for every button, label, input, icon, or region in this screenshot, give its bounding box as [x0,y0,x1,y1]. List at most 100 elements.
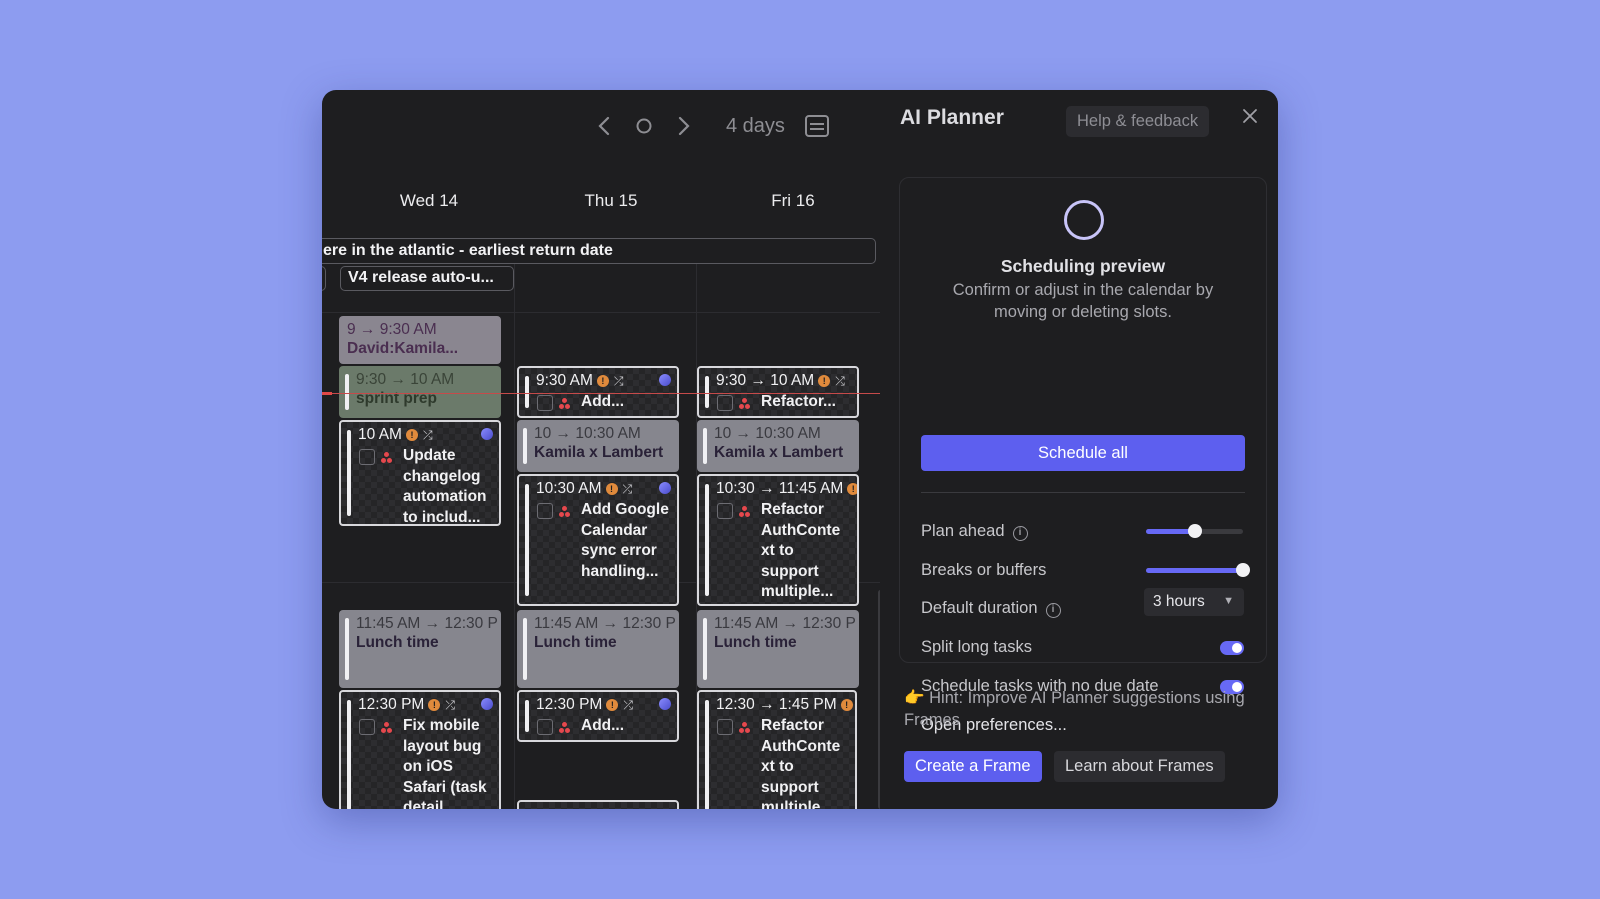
priority-icon [739,722,751,734]
task-slot[interactable]: 12:30 PM! ⤮ Fix mobile layout bug on iOS … [339,690,501,809]
learn-frames-button[interactable]: Learn about Frames [1054,751,1225,782]
task-checkbox[interactable] [537,719,553,735]
info-icon[interactable]: i [1012,526,1028,541]
event-time: 11:45 AM → 12:30 P [534,615,676,632]
event-block[interactable]: 10 → 10:30 AM Kamila x Lambert [517,420,679,472]
warning-icon: ! [428,699,441,711]
event-title: Lunch time [356,634,439,651]
day-header-fri: Fri 16 [771,191,815,210]
shuffle-icon: ⤮ [835,374,845,388]
task-slot[interactable]: 12:30 PM! ⤮ Add... [517,690,679,742]
breaks-label: Breaks or buffers [921,561,1047,579]
task-slot[interactable]: 10:30 AM! ⤮ Add Google Calendar sync erro… [517,474,679,606]
task-slot[interactable]: 9:30 → 10 AM! ⤮ Refactor... [697,366,859,418]
warning-icon: ! [606,699,619,711]
task-title: Add... [581,717,625,734]
ai-icon [659,374,671,386]
priority-icon [739,398,751,410]
event-bar [703,618,707,680]
event-time: 11:45 AM → 12:30 P [714,615,856,632]
all-day-event[interactable]: ere in the atlantic - earliest return da… [322,238,876,264]
split-long-label: Split long tasks [921,638,1032,656]
event-time: 10 → 10:30 AM [714,425,821,442]
info-icon[interactable]: i [1045,603,1061,618]
event-block[interactable]: 11:45 AM → 12:30 P Lunch time [697,610,859,688]
event-block[interactable]: 9 → 9:30 AM David:Kamila... [339,316,501,364]
time-text: 9:30 AM [536,372,593,389]
task-title: Add Google Calendar sync error handling.… [581,501,669,580]
today-icon[interactable] [624,108,664,144]
schedule-all-button[interactable]: Schedule all [921,435,1245,471]
chevron-down-icon: ▼ [1223,595,1234,607]
warning-icon: ! [605,483,618,495]
task-slot-cut[interactable] [517,800,679,809]
default-duration-label: Default duration [921,599,1038,617]
range-label[interactable]: 4 days [726,115,785,138]
split-long-toggle[interactable] [1220,641,1244,655]
warning-icon: ! [596,375,609,387]
hour-line [322,312,880,313]
task-checkbox[interactable] [537,395,553,411]
event-time: 12:30 → 1:45 PM! [716,696,853,714]
duration-select[interactable]: 3 hours ▼ [1144,588,1244,616]
task-checkbox[interactable] [717,719,733,735]
ai-icon [659,482,671,494]
event-time: 10:30 AM! ⤮ [536,480,632,498]
breaks-slider[interactable] [1146,563,1250,577]
task-checkbox[interactable] [717,395,733,411]
task-checkbox[interactable] [717,503,733,519]
all-day-event-cut[interactable] [322,266,326,291]
warning-icon: ! [818,375,831,387]
day-header-wed: Wed 14 [399,191,459,210]
event-title: David:Kamila... [347,340,459,357]
priority-icon [739,506,751,518]
task-slot[interactable]: 10:30 → 11:45 AM! Refactor AuthConte xt … [697,474,859,606]
task-slot[interactable]: 9:30 AM! ⤮ Add... [517,366,679,418]
day-header-thu: Thu 15 [584,191,638,210]
event-block[interactable]: 11:45 AM → 12:30 P Lunch time [339,610,501,688]
slider-handle[interactable] [1187,524,1202,538]
plan-ahead-label: Plan ahead [921,522,1005,540]
task-title: Refactor AuthConte xt to support multipl… [761,717,841,809]
warning-icon: ! [840,699,853,711]
ai-icon [659,698,671,710]
calendar-scrollbar[interactable] [878,590,880,809]
slider-handle[interactable] [1236,563,1250,577]
next-icon[interactable] [664,108,704,144]
prev-icon[interactable] [584,108,624,144]
task-checkbox[interactable] [359,449,375,465]
calendar-icon[interactable] [804,115,829,137]
create-frame-button[interactable]: Create a Frame [904,751,1042,782]
task-slot[interactable]: 12:30 → 1:45 PM! Refactor AuthConte xt t… [697,690,857,809]
task-checkbox[interactable] [537,503,553,519]
event-bar [345,618,349,680]
event-bar [525,700,529,732]
priority-icon [559,398,571,410]
event-block[interactable]: 10 → 10:30 AM Kamila x Lambert [697,420,859,472]
plan-ahead-slider[interactable] [1146,524,1243,538]
event-time: 9:30 AM! ⤮ [536,372,623,390]
shuffle-icon: ⤮ [622,482,633,496]
ai-planner-window: 4 days Wed 14 Thu 15 Fri 16 ere in the a… [322,90,1278,809]
priority-icon [381,452,393,464]
task-slot[interactable]: 10 AM! ⤮ Update changelog automation to i… [339,420,501,526]
close-icon[interactable] [1238,106,1262,130]
warning-icon: ! [847,483,857,495]
help-feedback-button[interactable]: Help & feedback [1066,106,1210,137]
event-bar [705,484,709,596]
event-time: 9:30 → 10 AM! ⤮ [716,372,845,390]
event-time: 9 → 9:30 AM [347,321,437,338]
event-block[interactable]: 9:30 → 10 AM sprint prep [339,366,501,418]
event-bar [525,484,529,596]
task-title: Fix mobile layout bug on iOS Safari (tas… [403,717,487,809]
event-bar [703,428,707,464]
task-checkbox[interactable] [359,719,375,735]
event-bar [347,700,351,809]
event-time: 11:45 AM → 12:30 P [356,615,498,632]
event-block[interactable]: 11:45 AM → 12:30 P Lunch time [517,610,679,688]
event-time: 10:30 → 11:45 AM! [716,480,857,498]
event-title: Lunch time [714,634,797,651]
time-text: 10:30 AM [536,480,602,497]
event-time: 10 → 10:30 AM [534,425,641,442]
all-day-chip[interactable]: V4 release auto-u... [340,266,514,291]
